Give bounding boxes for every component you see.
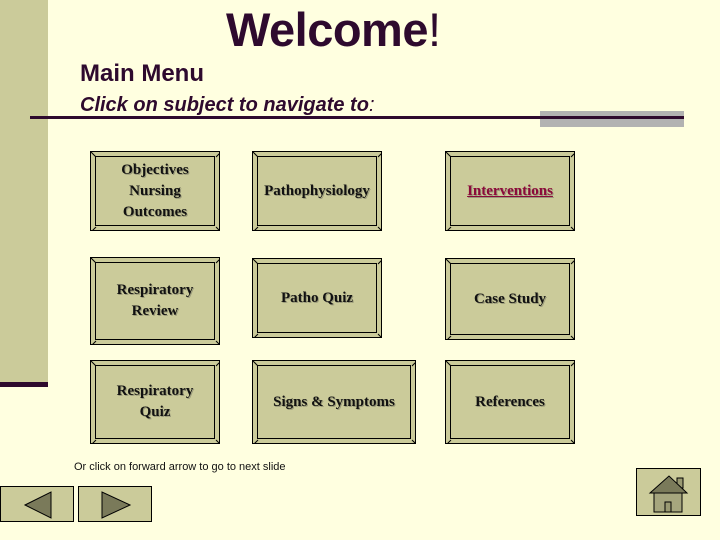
menu-button-label: Case Study (473, 290, 547, 307)
menu-button-label: References (475, 393, 545, 410)
menu-button-label: Signs & Symptoms (273, 393, 395, 410)
menu-button-case-study[interactable]: Case Study (445, 258, 575, 340)
slide-title: Welcome! (226, 2, 441, 58)
header-rule-accent (540, 111, 684, 127)
side-decoration-line (0, 382, 48, 387)
triangle-right-icon (101, 491, 132, 519)
menu-button-label: Patho Quiz (280, 289, 354, 306)
menu-button-label: Interventions (467, 182, 553, 199)
triangle-left-icon (23, 491, 52, 519)
menu-button-patho-quiz[interactable]: Patho Quiz (252, 258, 382, 338)
house-icon (648, 475, 689, 513)
menu-button-respiratory-review[interactable]: Respiratory Review (90, 257, 220, 345)
menu-button-label: Respiratory Review (116, 282, 194, 319)
menu-button-label: Pathophysiology (264, 182, 370, 199)
navigation-hint: Or click on forward arrow to go to next … (74, 461, 286, 473)
title-text: Welcome (226, 3, 429, 56)
home-button[interactable] (636, 468, 701, 516)
menu-button-pathophysiology[interactable]: Pathophysiology (252, 151, 382, 231)
side-decoration-bar (0, 0, 48, 383)
forward-button[interactable] (78, 486, 152, 522)
back-button[interactable] (0, 486, 74, 522)
menu-button-objectives[interactable]: Objectives Nursing Outcomes (90, 151, 220, 231)
menu-button-interventions[interactable]: Interventions (445, 151, 575, 231)
menu-button-respiratory-quiz[interactable]: Respiratory Quiz (90, 360, 220, 444)
menu-button-label: Objectives Nursing Outcomes (121, 161, 189, 220)
instruction-colon: : (368, 94, 375, 116)
main-menu-heading: Main Menu (80, 60, 204, 87)
header-rule (30, 116, 684, 119)
menu-button-signs-symptoms[interactable]: Signs & Symptoms (252, 360, 416, 444)
title-exclamation: ! (428, 3, 441, 56)
instruction-text: Click on subject to navigate to: (80, 93, 375, 117)
menu-button-label: Respiratory Quiz (116, 383, 194, 420)
instruction-label: Click on subject to navigate to (80, 94, 369, 116)
menu-button-references[interactable]: References (445, 360, 575, 444)
